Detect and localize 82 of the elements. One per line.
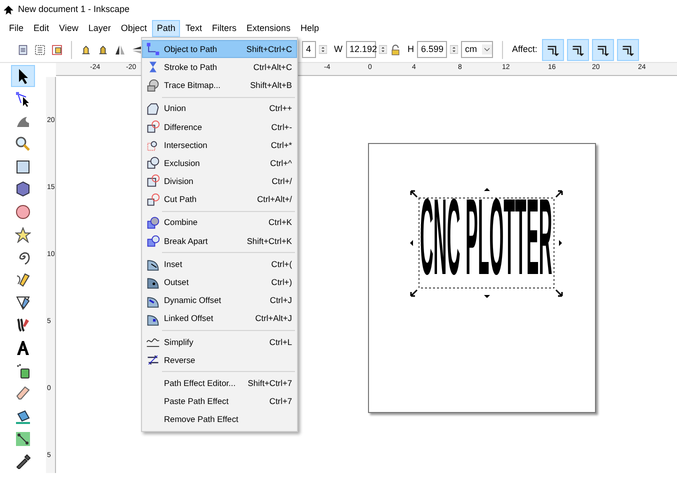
- menu-item[interactable]: Paste Path Effect Ctrl+7: [142, 392, 297, 411]
- calligraphy-icon: [15, 317, 31, 334]
- select-all-icon: [34, 44, 46, 56]
- star-icon: [15, 226, 31, 243]
- menu-item[interactable]: Extensions: [241, 20, 296, 38]
- x-field[interactable]: 4: [302, 41, 316, 58]
- w-label: W: [334, 42, 342, 56]
- width-field[interactable]: 12.192: [346, 41, 376, 58]
- menu-item[interactable]: Object to Path Shift+Ctrl+C: [142, 40, 297, 58]
- cut-path-icon: [146, 192, 160, 207]
- menu-item[interactable]: Edit: [28, 20, 54, 38]
- menu-item[interactable]: Simplify Ctrl+L: [142, 332, 297, 351]
- menu-item[interactable]: Object: [116, 20, 152, 38]
- node-tool-icon: [15, 90, 31, 106]
- menu-item[interactable]: Break Apart Shift+Ctrl+K: [142, 232, 297, 250]
- pencil-icon: [15, 272, 31, 288]
- connector-icon: [15, 430, 31, 447]
- flip-horizontal-icon: [114, 44, 126, 56]
- menu-item[interactable]: Division Ctrl+/: [142, 172, 297, 190]
- outset-icon: [146, 275, 160, 290]
- menu-item[interactable]: Union Ctrl++: [142, 100, 297, 118]
- menu-item[interactable]: Intersection Ctrl+*: [142, 136, 297, 154]
- division-icon: [146, 174, 160, 188]
- tool-button[interactable]: [11, 65, 35, 87]
- intersection-icon: [146, 138, 160, 152]
- difference-icon: [146, 120, 160, 134]
- selection-box[interactable]: [410, 188, 563, 298]
- window-title: New document 1 - Inkscape: [18, 3, 130, 16]
- text-tool-icon: [15, 340, 31, 356]
- menu-item[interactable]: View: [54, 20, 84, 38]
- affect-toggle[interactable]: [542, 38, 564, 60]
- affect-toggle[interactable]: [592, 38, 614, 60]
- menu-item[interactable]: Stroke to Path Ctrl+Alt+C: [142, 58, 297, 76]
- reverse-icon: [146, 353, 160, 368]
- menu-item[interactable]: File: [4, 20, 29, 38]
- pen-icon: [15, 294, 31, 311]
- h-label: H: [408, 42, 414, 56]
- inset-icon: [146, 257, 160, 272]
- paint-bucket-icon: [15, 408, 31, 424]
- menu-item[interactable]: Inset Ctrl+(: [142, 255, 297, 274]
- menu-item[interactable]: Remove Path Effect: [142, 410, 297, 429]
- menu-item[interactable]: Layer: [83, 20, 116, 38]
- menu-item[interactable]: Cut Path Ctrl+Alt+/: [142, 190, 297, 209]
- unit-dropdown[interactable]: cm: [461, 41, 493, 58]
- union-icon: [146, 102, 160, 116]
- exclusion-icon: [146, 156, 160, 170]
- height-field[interactable]: 6.599: [417, 41, 447, 58]
- trace-bitmap-icon: [146, 78, 160, 92]
- menu-item[interactable]: Text: [180, 20, 207, 38]
- menu-item[interactable]: Combine Ctrl+K: [142, 214, 297, 232]
- spray-icon: [15, 362, 31, 379]
- eraser-icon: [15, 385, 31, 402]
- rotate-icon: [80, 44, 92, 56]
- menu-item[interactable]: Dynamic Offset Ctrl+J: [142, 291, 297, 310]
- object-to-path-icon: [146, 42, 160, 56]
- box-3d-icon: [15, 181, 31, 198]
- menu-item[interactable]: Filters: [206, 20, 242, 38]
- rectangle-icon: [15, 158, 31, 175]
- menu-item[interactable]: Difference Ctrl+-: [142, 118, 297, 136]
- menu-item[interactable]: Path: [152, 20, 180, 38]
- menu-item[interactable]: Trace Bitmap... Shift+Alt+B: [142, 76, 297, 95]
- break-apart-icon: [146, 234, 160, 248]
- combine-icon: [146, 216, 160, 230]
- select-in-layers-icon: [51, 44, 63, 56]
- menu-item[interactable]: Help: [295, 20, 324, 38]
- menu-item[interactable]: Exclusion Ctrl+^: [142, 154, 297, 172]
- affect-toggle[interactable]: [617, 38, 640, 60]
- rotate-icon: [97, 44, 109, 56]
- app-logo-icon: [3, 4, 14, 16]
- menu-item[interactable]: Outset Ctrl+): [142, 273, 297, 292]
- zoom-icon: [15, 136, 31, 152]
- menu-item[interactable]: Linked Offset Ctrl+Alt+J: [142, 310, 297, 328]
- menu-item[interactable]: Path Effect Editor... Shift+Ctrl+7: [142, 374, 297, 392]
- caret-icon: [482, 42, 492, 57]
- ellipse-icon: [15, 204, 31, 220]
- affect-label: Affect:: [512, 42, 538, 56]
- flip-vertical-icon: [131, 44, 143, 56]
- menu-item[interactable]: Reverse: [142, 351, 297, 370]
- new-document-icon: [17, 44, 29, 56]
- lock-icon[interactable]: [390, 44, 400, 56]
- affect-toggle[interactable]: [567, 38, 590, 60]
- dropper-icon: [15, 453, 31, 470]
